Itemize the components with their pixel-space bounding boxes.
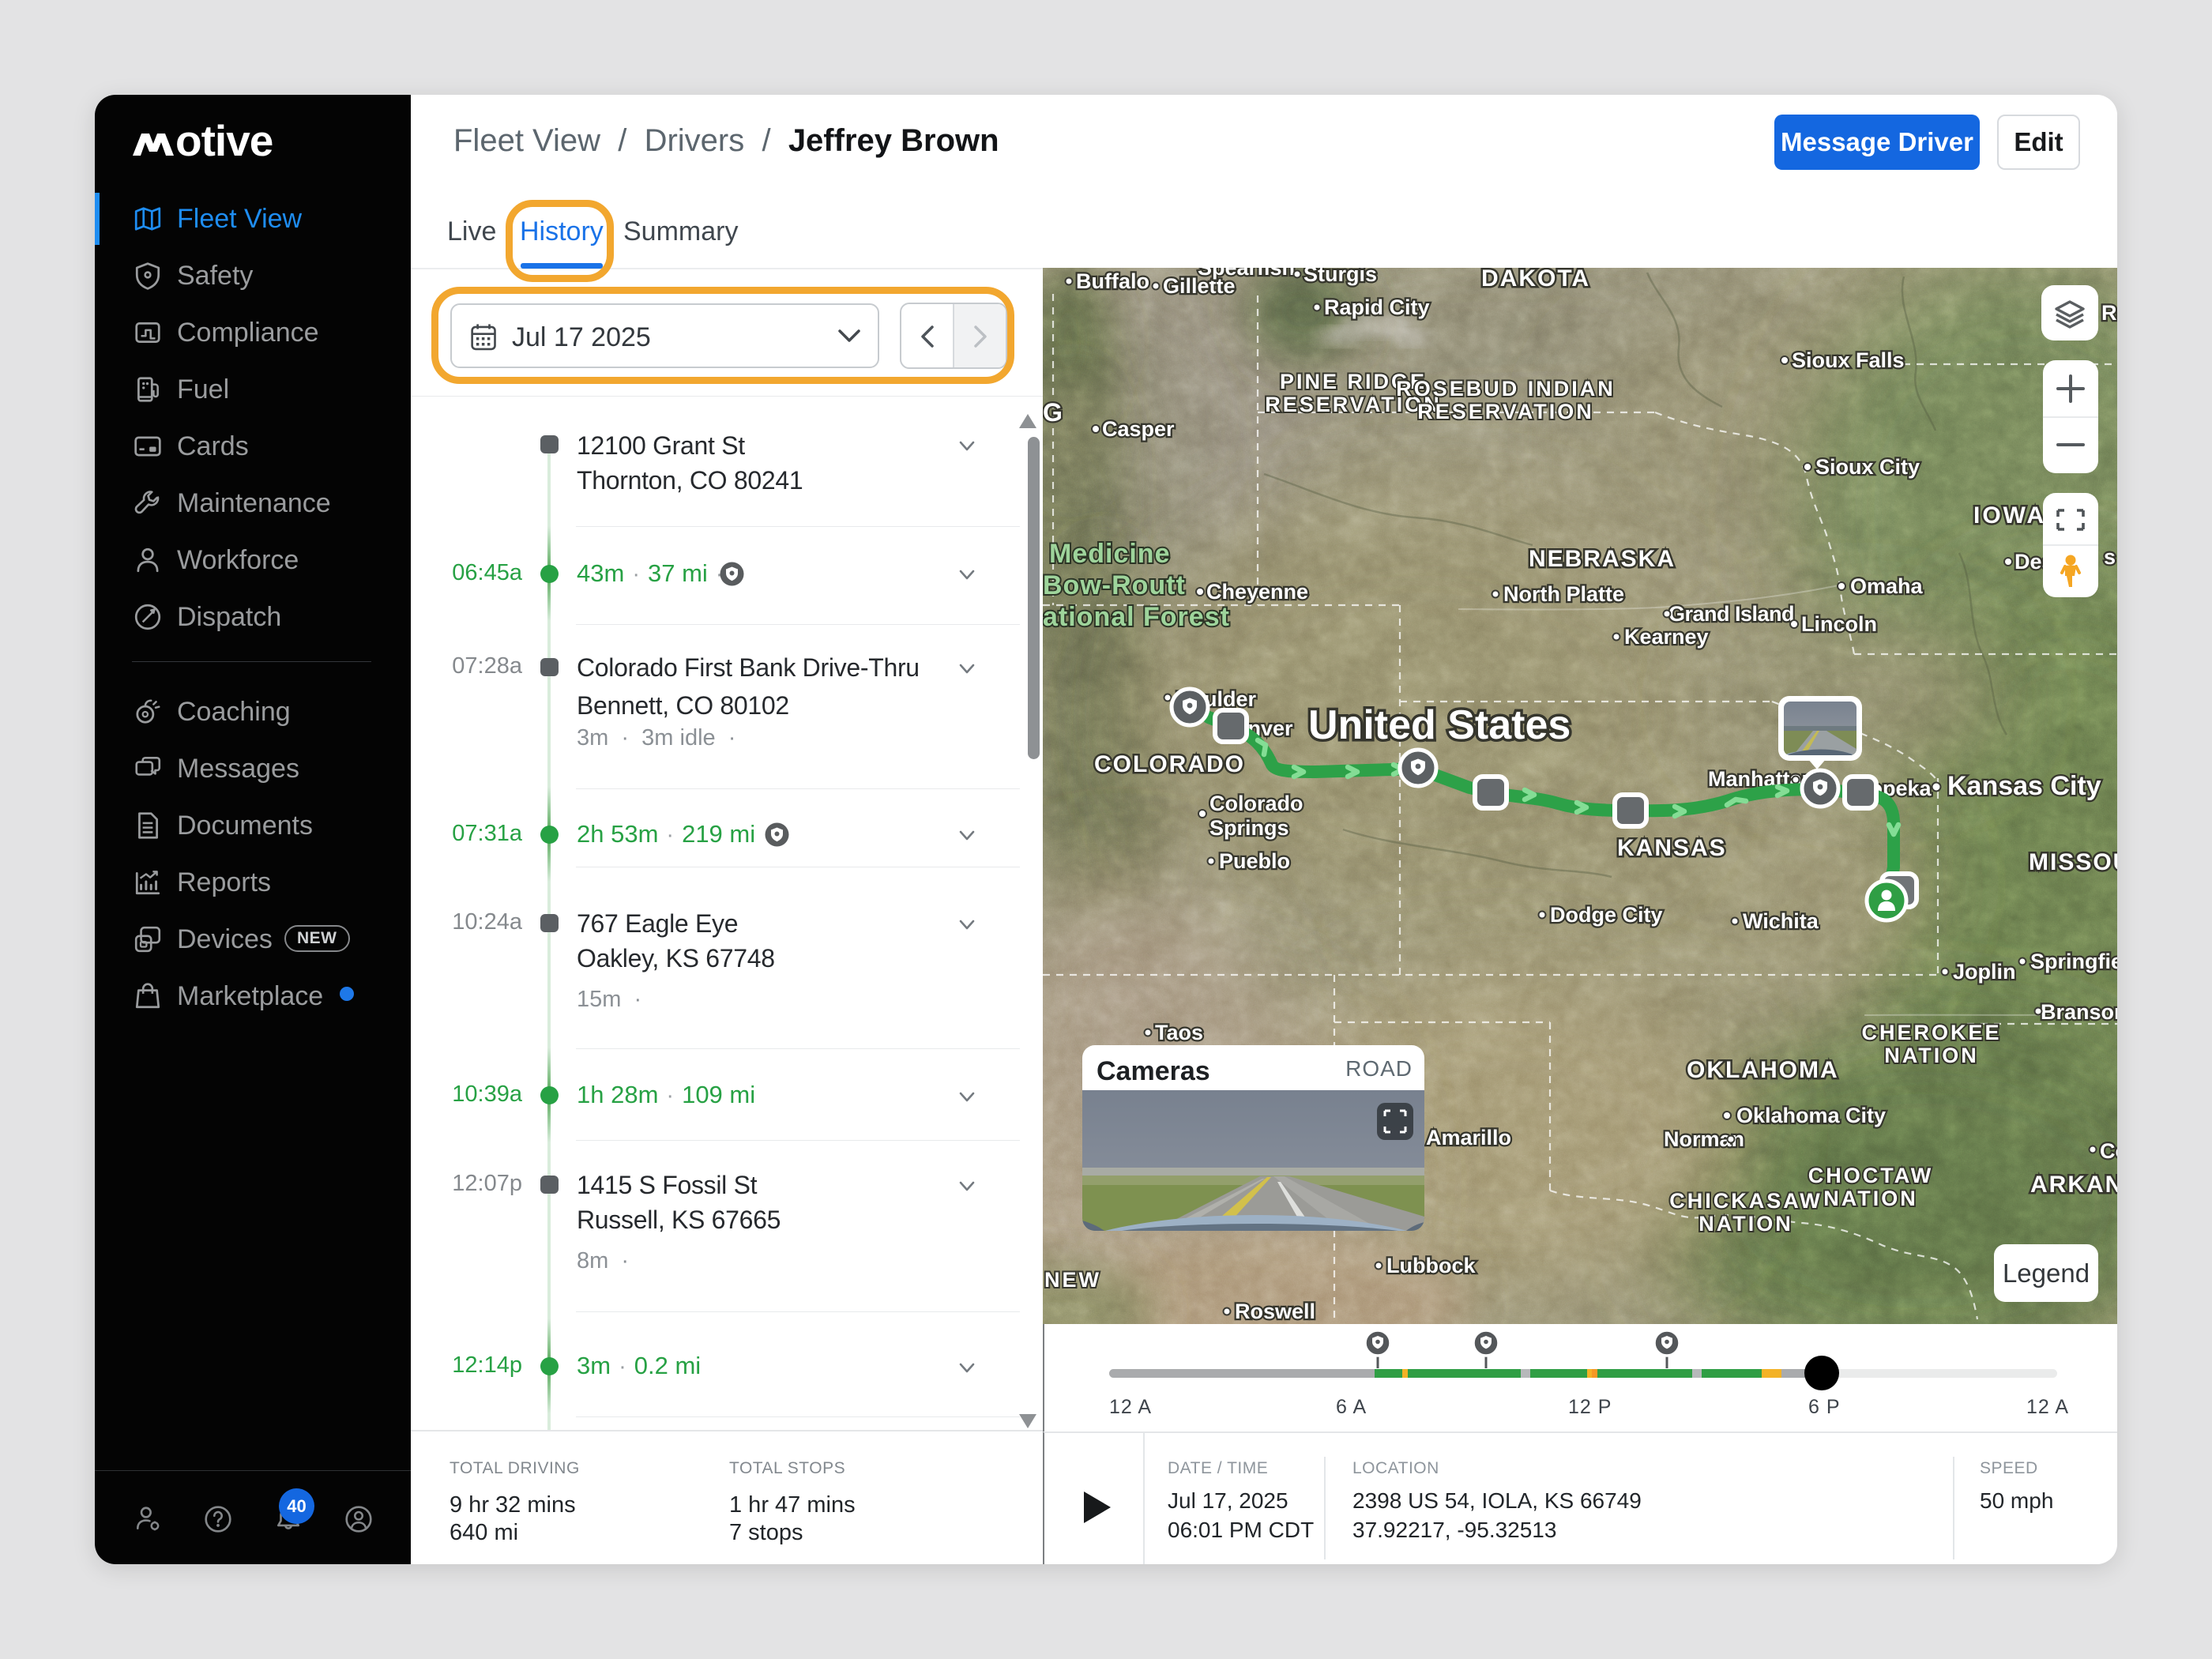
svg-text:CHEROKEE: CHEROKEE bbox=[1861, 1021, 2001, 1044]
svg-text:s: s bbox=[2104, 545, 2116, 569]
svg-text:IOWA: IOWA bbox=[1973, 502, 2046, 529]
svg-text:G: G bbox=[1043, 398, 1063, 427]
svg-text:CHICKASAW: CHICKASAW bbox=[1669, 1189, 1823, 1213]
svg-text:NEBRASKA: NEBRASKA bbox=[1529, 546, 1676, 572]
svg-text:ational Forest: ational Forest bbox=[1043, 602, 1230, 632]
svg-text:Lubbock: Lubbock bbox=[1386, 1254, 1476, 1277]
svg-text:RESERVATION: RESERVATION bbox=[1417, 400, 1594, 423]
svg-text:OKLAHOMA: OKLAHOMA bbox=[1687, 1057, 1839, 1083]
svg-text:CHOCTAW: CHOCTAW bbox=[1808, 1164, 1933, 1187]
svg-text:United States: United States bbox=[1308, 702, 1571, 748]
svg-text:Ro: Ro bbox=[2101, 301, 2117, 325]
svg-text:NEW: NEW bbox=[1044, 1268, 1101, 1292]
svg-text:KANSAS: KANSAS bbox=[1617, 835, 1727, 861]
svg-text:Legend: Legend bbox=[2003, 1258, 2090, 1288]
svg-text:otive: otive bbox=[175, 121, 273, 160]
svg-text:Omaha: Omaha bbox=[1850, 574, 1924, 598]
svg-text:Taos: Taos bbox=[1155, 1021, 1203, 1044]
svg-text:Sturgis: Sturgis bbox=[1304, 268, 1377, 286]
svg-text:Roswell: Roswell bbox=[1235, 1300, 1315, 1323]
svg-text:Oklahoma City: Oklahoma City bbox=[1736, 1104, 1886, 1127]
svg-text:Medicine: Medicine bbox=[1049, 539, 1170, 569]
svg-text:Sioux City: Sioux City bbox=[1815, 455, 1920, 479]
svg-text:Dodge City: Dodge City bbox=[1550, 903, 1663, 927]
svg-text:MISSOURI: MISSOURI bbox=[2029, 849, 2117, 875]
svg-text:Bow-Routt: Bow-Routt bbox=[1043, 570, 1186, 600]
svg-text:Colorado: Colorado bbox=[1209, 792, 1304, 815]
svg-text:Wichita: Wichita bbox=[1743, 909, 1819, 933]
svg-text:Grand Island: Grand Island bbox=[1668, 602, 1794, 626]
svg-text:Kearney: Kearney bbox=[1624, 625, 1709, 649]
svg-text:Branson: Branson bbox=[2041, 1000, 2117, 1024]
svg-text:Cameras: Cameras bbox=[1097, 1056, 1210, 1086]
svg-text:Spearfish: Spearfish bbox=[1198, 268, 1295, 280]
svg-text:Pueblo: Pueblo bbox=[1219, 849, 1290, 873]
svg-text:ROAD: ROAD bbox=[1345, 1056, 1413, 1081]
svg-text:Cheyenne: Cheyenne bbox=[1206, 580, 1308, 604]
svg-text:Co: Co bbox=[2100, 1139, 2117, 1163]
svg-text:Joplin: Joplin bbox=[1953, 960, 2016, 984]
svg-text:ROSEBUD INDIAN: ROSEBUD INDIAN bbox=[1396, 377, 1616, 401]
svg-text:COLORADO: COLORADO bbox=[1094, 751, 1245, 777]
svg-text:NATION: NATION bbox=[1698, 1212, 1793, 1236]
svg-text:Amarillo: Amarillo bbox=[1426, 1126, 1511, 1149]
svg-text:NATION: NATION bbox=[1823, 1187, 1918, 1210]
svg-text:Sioux Falls: Sioux Falls bbox=[1792, 348, 1905, 372]
svg-text:Springfield: Springfield bbox=[2030, 950, 2117, 973]
svg-text:Kansas City: Kansas City bbox=[1947, 771, 2101, 801]
svg-text:ARKANSAS: ARKANSAS bbox=[2030, 1172, 2117, 1198]
svg-text:Rapid City: Rapid City bbox=[1324, 295, 1430, 319]
svg-text:North Platte: North Platte bbox=[1503, 582, 1624, 606]
svg-text:DAKOTA: DAKOTA bbox=[1481, 268, 1590, 292]
svg-text:NATION: NATION bbox=[1884, 1044, 1979, 1067]
svg-text:Buffalo: Buffalo bbox=[1076, 269, 1149, 293]
svg-text:Lincoln: Lincoln bbox=[1801, 612, 1877, 636]
svg-text:Springs: Springs bbox=[1209, 816, 1289, 840]
svg-text:Casper: Casper bbox=[1102, 417, 1175, 441]
